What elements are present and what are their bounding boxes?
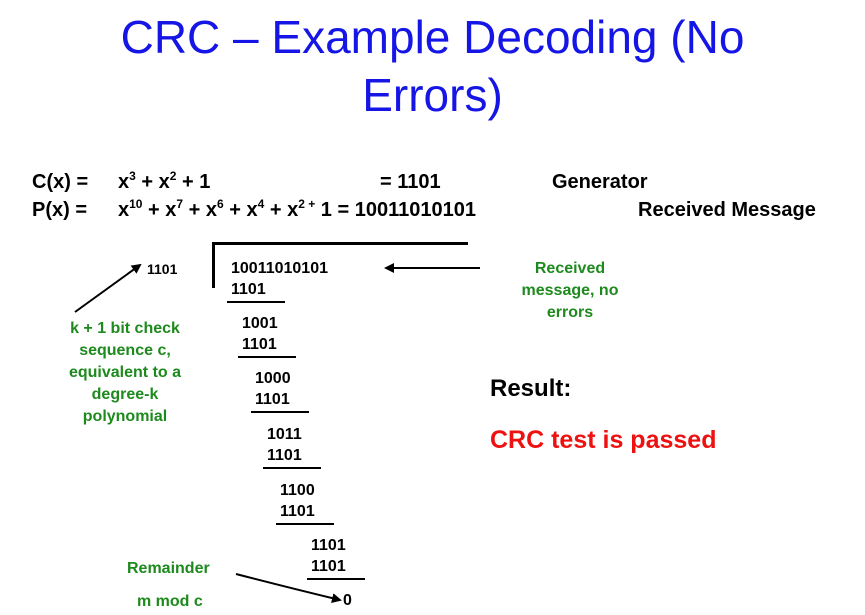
remainder-arrow: [235, 573, 342, 603]
check-sequence-arrow: [74, 263, 142, 313]
arrows-layer: [74, 263, 480, 603]
